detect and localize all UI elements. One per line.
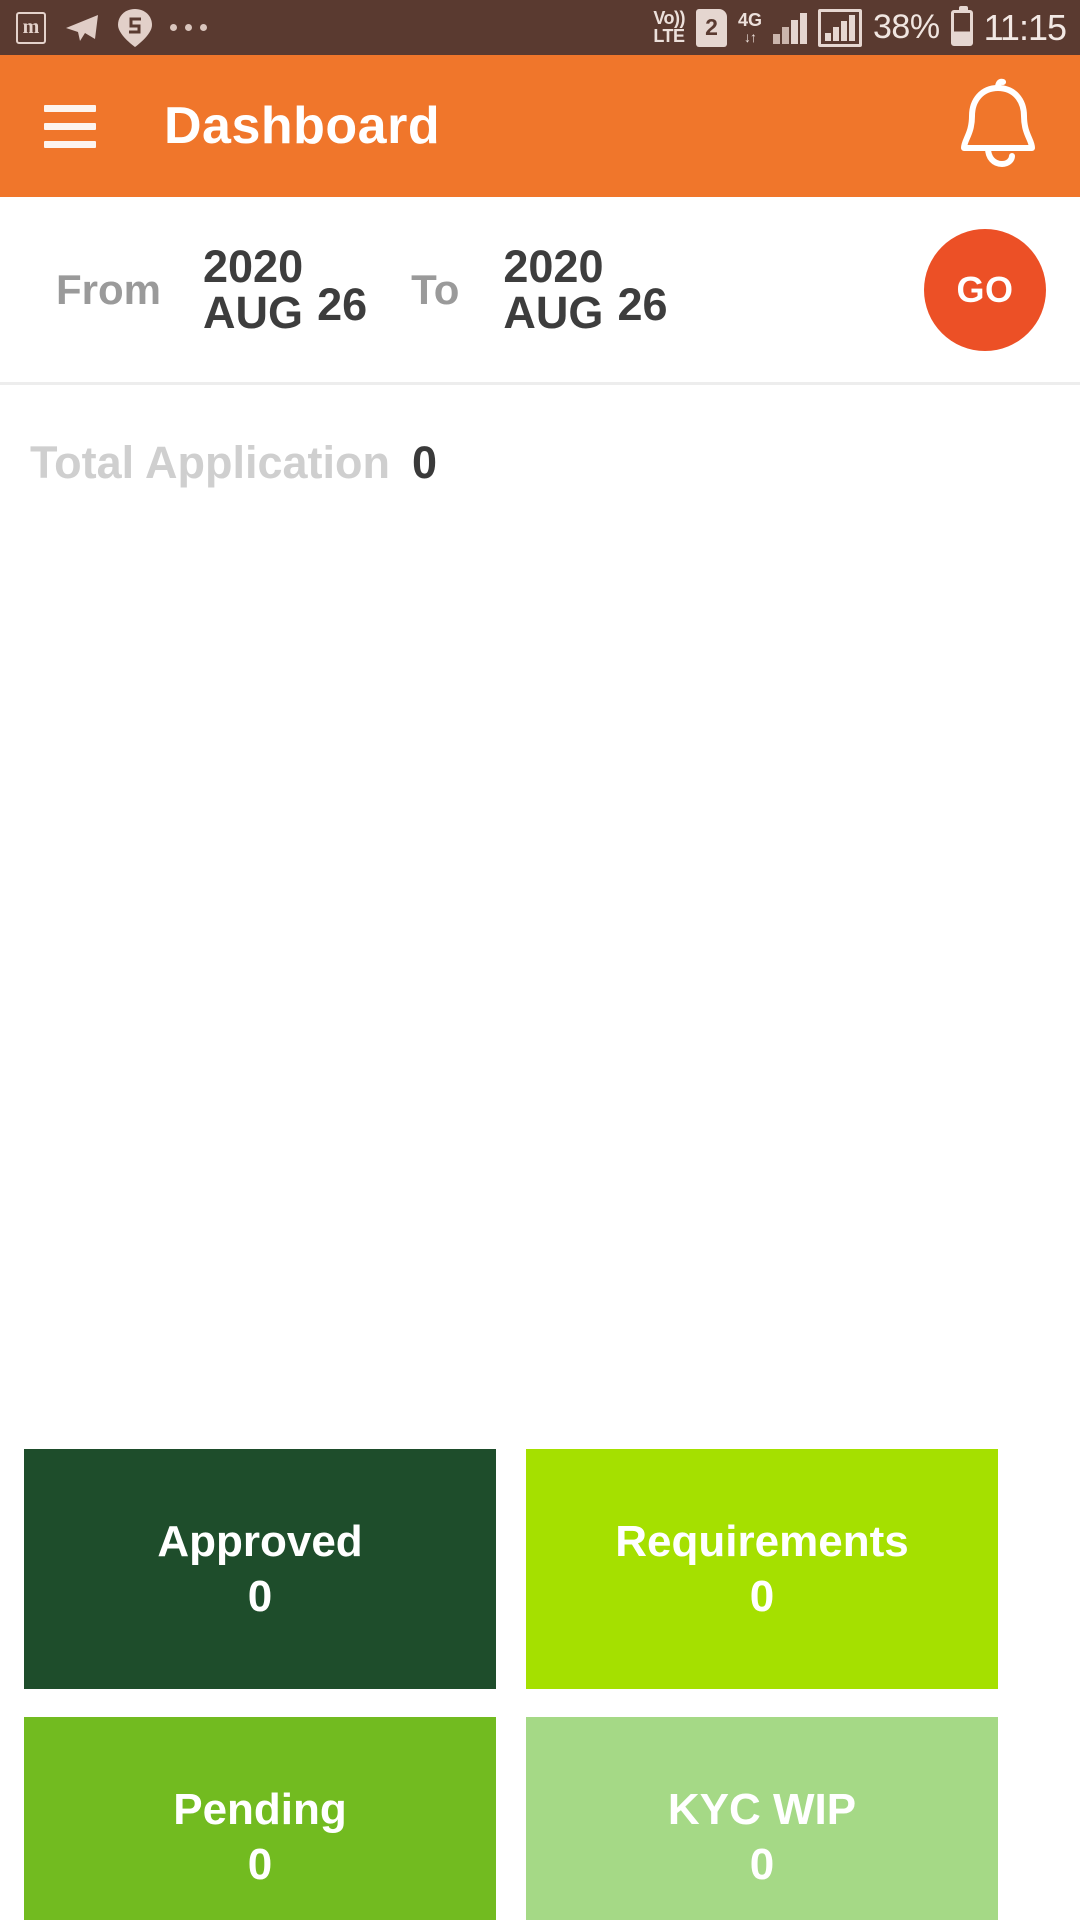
stat-tile-label: Approved xyxy=(157,1517,363,1566)
from-date-picker[interactable]: 2020 AUG 26 xyxy=(203,240,368,338)
stat-tile-label: Pending xyxy=(173,1785,347,1834)
sim-card-icon: 2 xyxy=(696,8,727,47)
network-type-label: 4G xyxy=(738,10,763,30)
chart-area xyxy=(0,489,1080,1449)
from-year: 2020 xyxy=(203,240,304,292)
to-label: To xyxy=(411,265,460,313)
bell-icon[interactable] xyxy=(950,78,1046,174)
to-year: 2020 xyxy=(503,240,604,292)
app-bar: Dashboard xyxy=(0,55,1080,197)
clock-label: 11:15 xyxy=(983,6,1067,48)
stat-tile-label: Requirements xyxy=(615,1517,909,1566)
more-dots-icon xyxy=(170,24,207,31)
total-application-value: 0 xyxy=(411,437,438,488)
stat-tile-value: 0 xyxy=(749,1572,775,1621)
from-label: From xyxy=(56,265,161,313)
stat-tile-grid: Approved 0 Requirements 0 Pending 0 KYC … xyxy=(0,1449,1080,1920)
to-month: AUG xyxy=(503,286,604,338)
hamburger-icon[interactable] xyxy=(44,104,96,148)
total-application-label: Total Application xyxy=(30,437,390,488)
stat-tile-approved[interactable]: Approved 0 xyxy=(24,1449,496,1689)
status-bar: m Vo)) LTE 2 4G ↓↑ 38% 11:15 xyxy=(0,0,1080,55)
volte-bottom-text: LTE xyxy=(653,25,685,46)
total-application-row: Total Application 0 xyxy=(0,385,1080,489)
date-filter-bar: From 2020 AUG 26 To 2020 AUG 26 GO xyxy=(0,197,1080,385)
from-day: 26 xyxy=(317,279,368,331)
stat-tile-pending[interactable]: Pending 0 xyxy=(24,1717,496,1920)
from-month: AUG xyxy=(203,286,303,338)
stat-tile-value: 0 xyxy=(247,1572,273,1621)
status-bar-left-icons: m xyxy=(16,8,207,47)
location-pin-s-icon xyxy=(118,8,152,47)
data-transfer-arrows-icon: ↓↑ xyxy=(744,29,757,45)
telegram-plane-icon xyxy=(64,13,100,43)
to-date-picker[interactable]: 2020 AUG 26 xyxy=(503,240,668,338)
mastodon-flag-icon: m xyxy=(16,11,46,44)
stat-tile-value: 0 xyxy=(749,1840,775,1889)
signal-bars-sim1-icon xyxy=(773,12,808,44)
page-title: Dashboard xyxy=(164,97,441,155)
status-bar-right-icons: Vo)) LTE 2 4G ↓↑ 38% 11:15 xyxy=(653,5,1067,49)
stat-tile-value: 0 xyxy=(247,1840,273,1889)
stat-tile-label: KYC WIP xyxy=(667,1785,857,1834)
go-button[interactable]: GO xyxy=(924,228,1046,351)
battery-percent-label: 38% xyxy=(873,8,940,46)
stat-tile-kyc-wip[interactable]: KYC WIP 0 xyxy=(526,1717,998,1920)
stat-tile-requirements[interactable]: Requirements 0 xyxy=(526,1449,998,1689)
network-type-icon: 4G ↓↑ xyxy=(738,11,762,44)
signal-bars-sim2-icon xyxy=(818,8,863,47)
to-day: 26 xyxy=(617,279,668,331)
volte-icon: Vo)) LTE xyxy=(653,8,685,46)
volte-top-text: Vo)) xyxy=(653,8,685,29)
battery-icon xyxy=(950,5,973,46)
